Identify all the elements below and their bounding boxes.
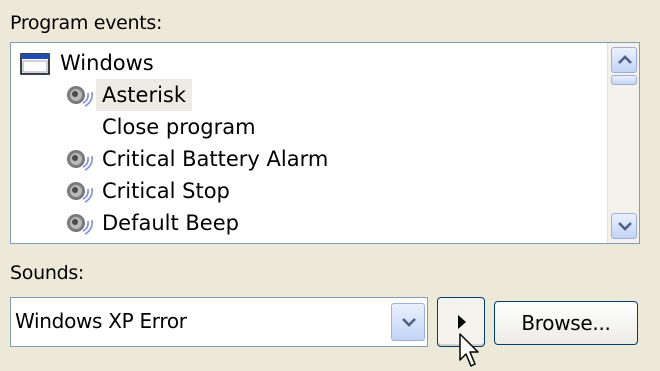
list-item-label: Default Beep	[102, 211, 239, 235]
speaker-icon	[67, 214, 93, 235]
list-item-close-program[interactable]: Close program	[11, 111, 611, 143]
window-icon	[20, 53, 50, 75]
scroll-up-button[interactable]	[611, 47, 637, 73]
program-events-label: Program events:	[10, 12, 163, 34]
speaker-icon	[67, 150, 93, 171]
list-item-critical-battery-alarm[interactable]: Critical Battery Alarm	[11, 143, 611, 175]
sounds-dropdown-button[interactable]	[391, 303, 425, 341]
chevron-down-icon	[402, 318, 416, 327]
list-item-label: Asterisk	[96, 79, 193, 111]
speaker-icon	[67, 182, 93, 203]
program-events-list[interactable]: Windows Asterisk Close program Critical …	[10, 42, 640, 244]
scroll-down-button[interactable]	[611, 213, 637, 239]
sounds-dropdown-value: Windows XP Error	[15, 309, 187, 333]
sounds-dropdown[interactable]: Windows XP Error	[10, 297, 428, 347]
chevron-up-icon	[618, 55, 632, 64]
list-item-default-beep[interactable]: Default Beep	[11, 207, 611, 239]
scroll-thumb[interactable]	[611, 75, 637, 85]
chevron-down-icon	[618, 222, 632, 231]
program-events-rows: Windows Asterisk Close program Critical …	[11, 43, 607, 243]
list-item-label: Critical Battery Alarm	[102, 147, 329, 171]
list-item-label: Close program	[102, 115, 256, 139]
play-icon	[458, 315, 466, 329]
mouse-pointer-icon	[459, 333, 479, 367]
list-item-critical-stop[interactable]: Critical Stop	[11, 175, 611, 207]
vertical-scrollbar[interactable]	[607, 43, 639, 243]
browse-button[interactable]: Browse...	[494, 301, 638, 345]
sounds-label: Sounds:	[10, 262, 85, 284]
list-item-asterisk[interactable]: Asterisk	[11, 79, 611, 111]
list-item-label: Critical Stop	[102, 179, 230, 203]
list-item-windows[interactable]: Windows	[11, 47, 611, 79]
speaker-icon	[67, 86, 93, 107]
list-item-label: Windows	[60, 51, 154, 75]
